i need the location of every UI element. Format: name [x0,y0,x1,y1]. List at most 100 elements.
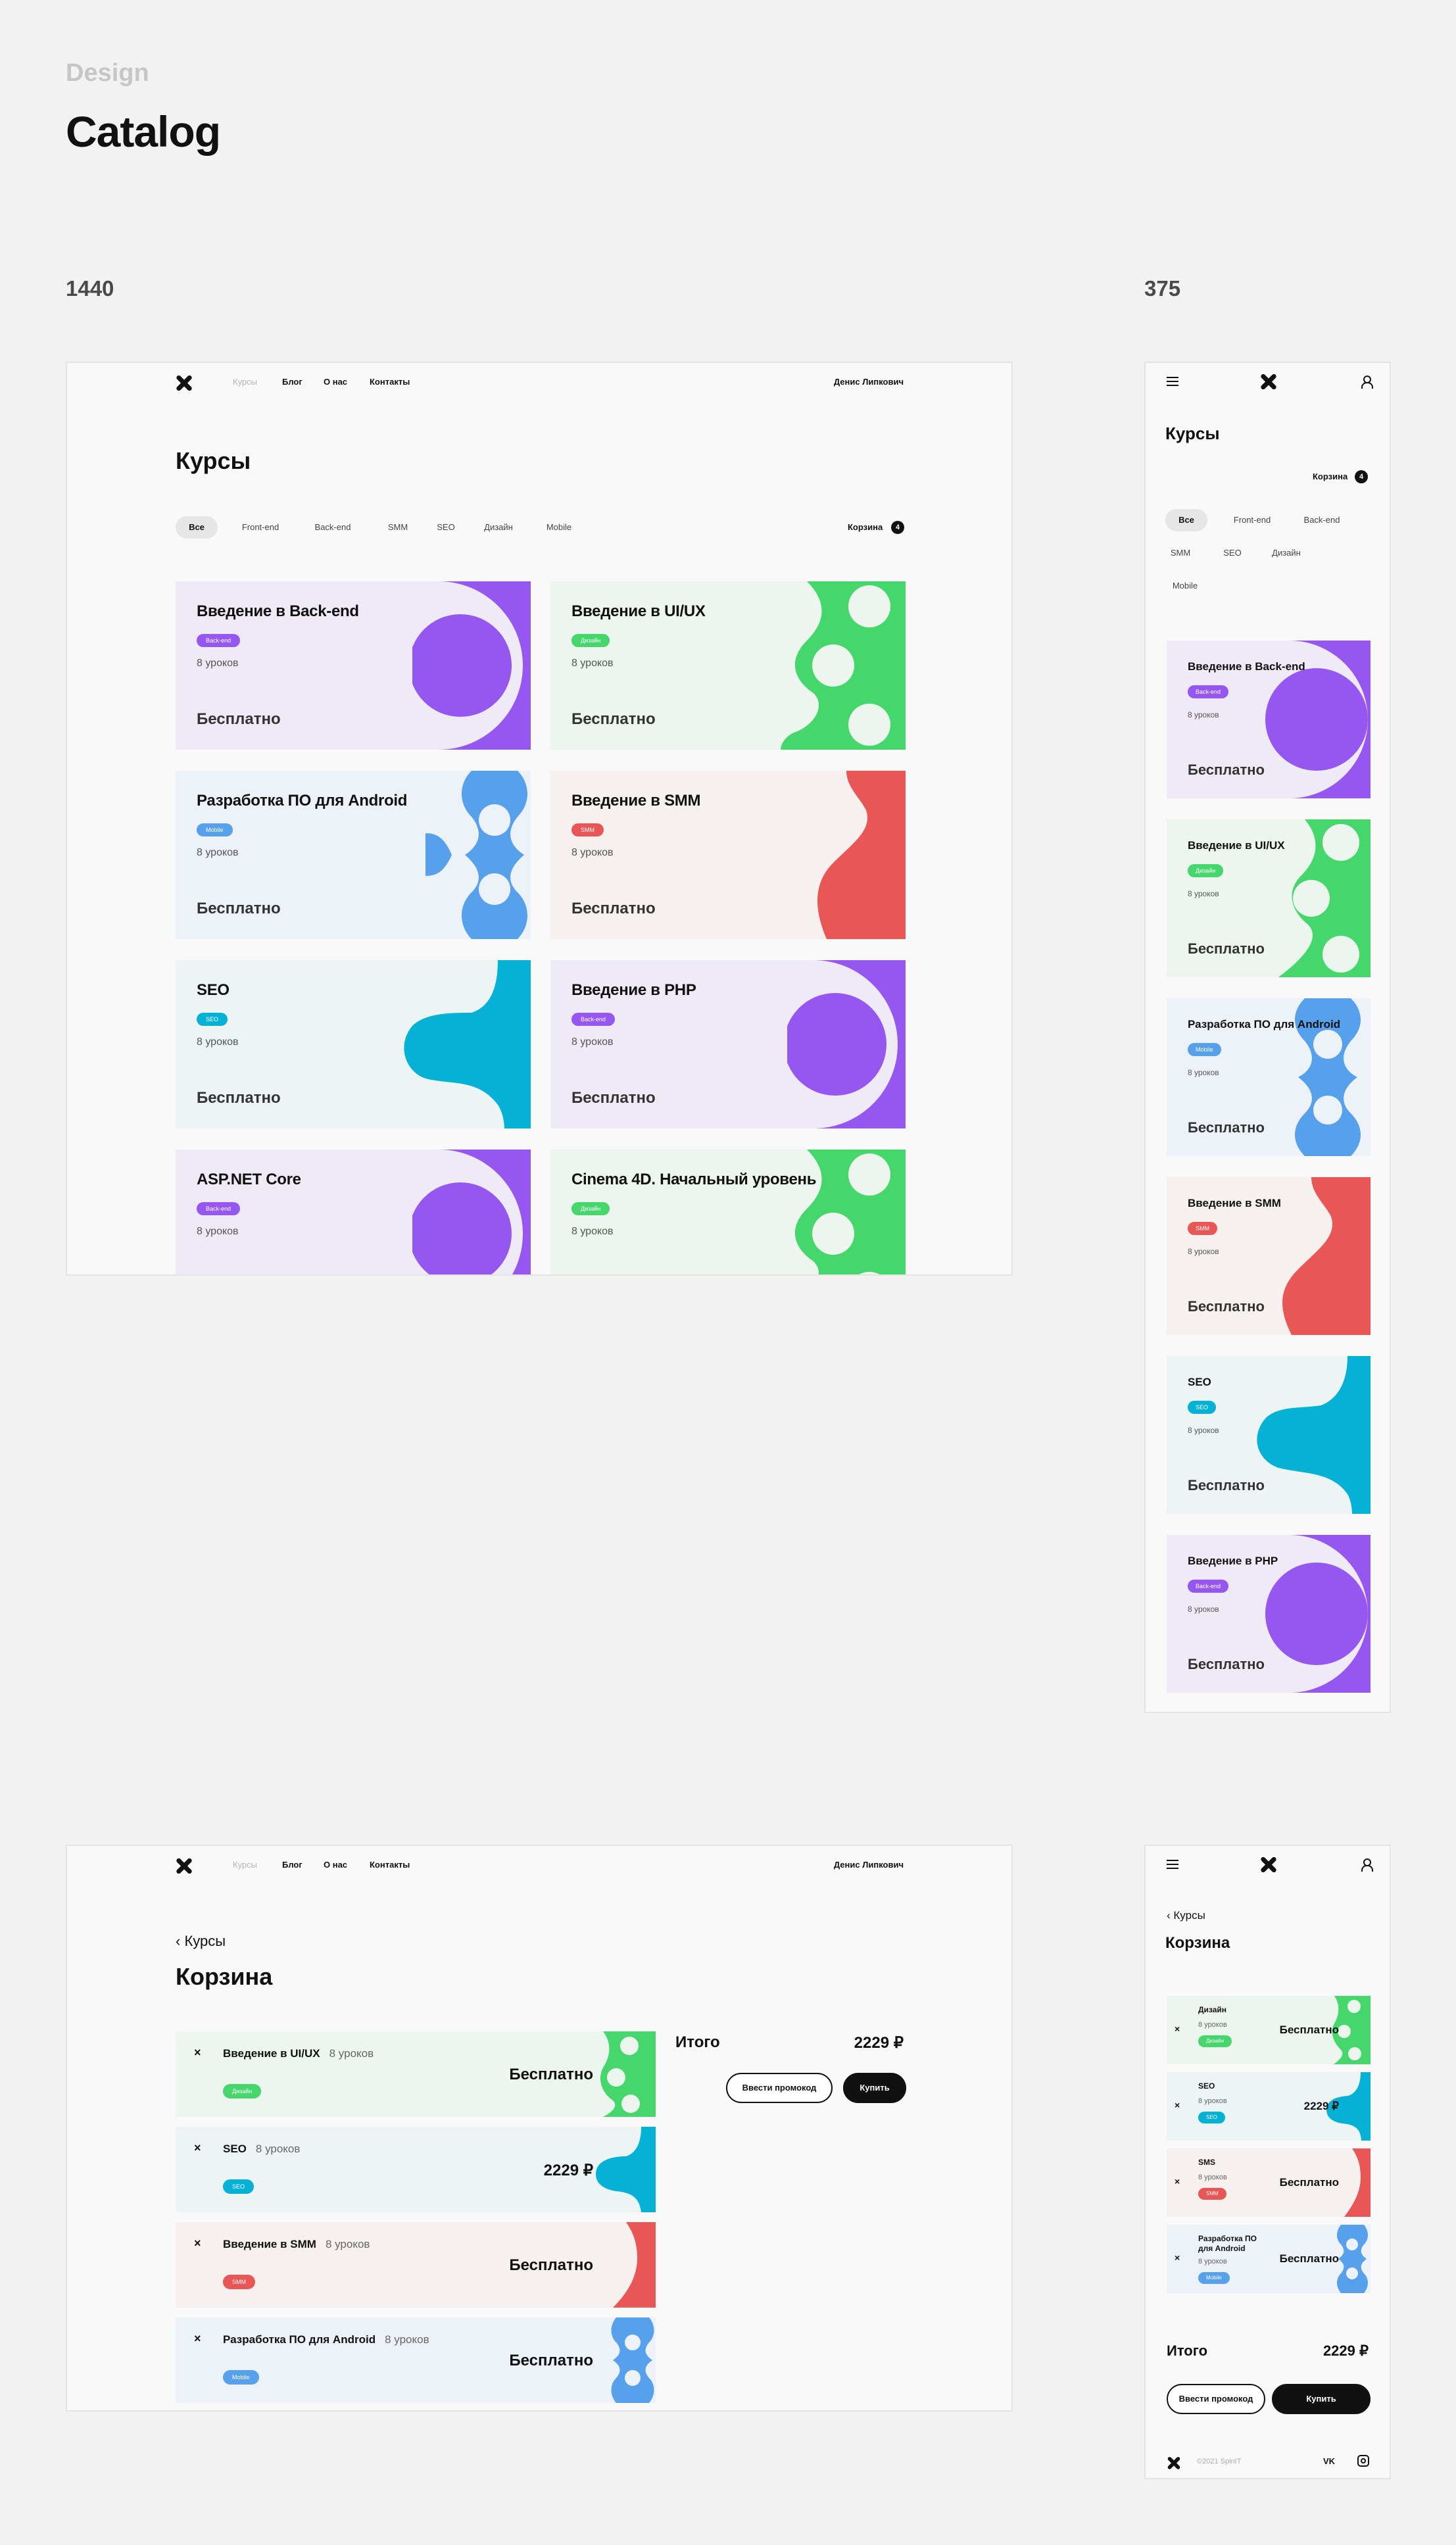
desktop-catalog-frame: Курсы Блог О нас Контакты Денис Липкович… [66,362,1013,1276]
remove-item-button[interactable]: × [1175,2100,1180,2110]
nav-about[interactable]: О нас [324,1860,347,1870]
item-title: SEO 8 уроков [223,2143,300,2156]
logo-icon[interactable] [176,374,193,391]
nav-courses[interactable]: Курсы [233,1860,257,1870]
red-blob-decoration [613,2222,656,2308]
green-blob-decoration [795,1150,906,1274]
copyright: ©2021 SpinIT [1197,2458,1242,2465]
purple-circle-decoration [1265,1535,1371,1693]
logo-icon[interactable] [1260,373,1277,390]
course-card[interactable]: ASP.NET Core Back-end 8 уроков [176,1150,531,1274]
back-link[interactable]: ‹ Курсы [1167,1909,1205,1922]
course-card[interactable]: Разработка ПО для Android Mobile 8 уроко… [176,771,531,939]
filter-design[interactable]: Дизайн [1267,542,1306,564]
item-price: Бесплатно [509,2352,593,2369]
course-card[interactable]: Введение в Back-end Back-end 8 уроков Бе… [176,581,531,750]
card-tag: Дизайн [571,1202,610,1215]
course-card[interactable]: Введение в PHP Back-end 8 уроков Бесплат… [550,960,906,1128]
user-name[interactable]: Денис Липкович [834,1860,904,1870]
course-card[interactable]: Введение в UI/UX Дизайн 8 уроков Бесплат… [1167,819,1371,977]
card-tag: SMM [571,823,604,836]
card-tag: Back-end [197,1202,241,1215]
card-title: Введение в PHP [1188,1555,1278,1567]
course-card[interactable]: Введение в UI/UX Дизайн 8 уроков Бесплат… [550,581,906,750]
remove-item-button[interactable]: × [1175,2176,1180,2187]
remove-item-button[interactable]: × [1175,2024,1180,2034]
instagram-icon[interactable] [1357,2455,1369,2467]
nav-courses[interactable]: Курсы [233,377,257,387]
item-lessons: 8 уроков [385,2333,429,2346]
filter-smm[interactable]: SMM [383,516,413,539]
card-tag: Mobile [197,823,233,836]
course-card[interactable]: Разработка ПО для Android Mobile 8 уроко… [1167,998,1371,1156]
back-link[interactable]: ‹ Курсы [176,1933,226,1950]
card-price: Бесплатно [1188,1656,1265,1672]
promo-code-button[interactable]: Ввести промокод [1167,2384,1265,2414]
nav-about[interactable]: О нас [324,377,347,387]
user-icon[interactable] [1361,1858,1373,1872]
remove-item-button[interactable]: × [194,2237,201,2250]
user-name[interactable]: Денис Липкович [834,377,904,387]
nav-blog[interactable]: Блог [282,1860,303,1870]
card-title: Введение в PHP [571,981,696,999]
remove-item-button[interactable]: × [194,2141,201,2155]
filter-seo[interactable]: SEO [433,516,459,539]
item-title: Введение в UI/UX 8 уроков [223,2047,374,2060]
cart-item: × Разработка ПО для Android 8 уроков Mob… [1167,2225,1371,2293]
logo-icon[interactable] [176,1857,193,1874]
vk-icon[interactable]: VK [1323,2456,1335,2466]
filter-mobile[interactable]: Mobile [1165,575,1205,597]
buy-button[interactable]: Купить [843,2073,906,2103]
nav-contacts[interactable]: Контакты [370,1860,410,1870]
item-price: Бесплатно [1279,2024,1339,2036]
filter-all[interactable]: Все [176,516,218,539]
mobile-cart-frame: ‹ Курсы Корзина × Дизайн 8 уроков Дизайн… [1144,1845,1391,2479]
card-tag: Mobile [1188,1043,1221,1056]
total-label: Итого [1167,2342,1208,2359]
remove-item-button[interactable]: × [194,2046,201,2060]
filter-frontend[interactable]: Front-end [233,516,288,539]
card-lessons: 8 уроков [1188,710,1219,719]
menu-icon[interactable] [1167,1860,1178,1869]
item-title: Дизайн [1198,2005,1227,2014]
card-price: Бесплатно [1188,1477,1265,1493]
buy-button[interactable]: Купить [1272,2384,1371,2414]
card-lessons: 8 уроков [571,1226,614,1237]
filter-smm[interactable]: SMM [1165,542,1196,564]
filter-all[interactable]: Все [1165,509,1207,531]
course-card[interactable]: Введение в SMM SMM 8 уроков Бесплатно [550,771,906,939]
filter-seo[interactable]: SEO [1219,542,1246,564]
filter-mobile[interactable]: Mobile [539,516,579,539]
course-card[interactable]: SEO SEO 8 уроков Бесплатно [176,960,531,1128]
cart-link[interactable]: Корзина [848,522,883,532]
remove-item-button[interactable]: × [1175,2252,1180,2263]
card-lessons: 8 уроков [197,847,239,858]
promo-code-button[interactable]: Ввести промокод [726,2073,833,2103]
item-lessons: 8 уроков [325,2238,370,2250]
green-blob-decoration [600,2031,656,2117]
user-icon[interactable] [1361,376,1373,389]
nav-contacts[interactable]: Контакты [370,377,410,387]
course-card[interactable]: SEO SEO 8 уроков Бесплатно [1167,1356,1371,1514]
course-card[interactable]: Введение в Back-end Back-end 8 уроков Бе… [1167,641,1371,798]
remove-item-button[interactable]: × [194,2332,201,2346]
nav-blog[interactable]: Блог [282,377,303,387]
logo-icon[interactable] [1260,1856,1277,1873]
filter-backend[interactable]: Back-end [1297,509,1347,531]
item-lessons: 8 уроков [255,2143,301,2155]
course-card[interactable]: Введение в SMM SMM 8 уроков Бесплатно [1167,1177,1371,1335]
card-title: Разработка ПО для Android [1188,1018,1341,1030]
card-tag: Back-end [1188,685,1229,698]
footer-logo-icon[interactable] [1167,2456,1181,2470]
item-lessons: 8 уроков [1198,2021,1227,2029]
menu-icon[interactable] [1167,377,1178,386]
back-label: Курсы [184,1933,226,1949]
course-card[interactable]: Введение в PHP Back-end 8 уроков Бесплат… [1167,1535,1371,1693]
course-card[interactable]: Cinema 4D. Начальный уровень Дизайн 8 ур… [550,1150,906,1274]
item-title-text: Введение в UI/UX [223,2047,320,2060]
cart-link[interactable]: Корзина [1313,472,1347,481]
card-lessons: 8 уроков [571,1036,614,1048]
filter-frontend[interactable]: Front-end [1225,509,1280,531]
filter-backend[interactable]: Back-end [308,516,358,539]
filter-design[interactable]: Дизайн [479,516,518,539]
